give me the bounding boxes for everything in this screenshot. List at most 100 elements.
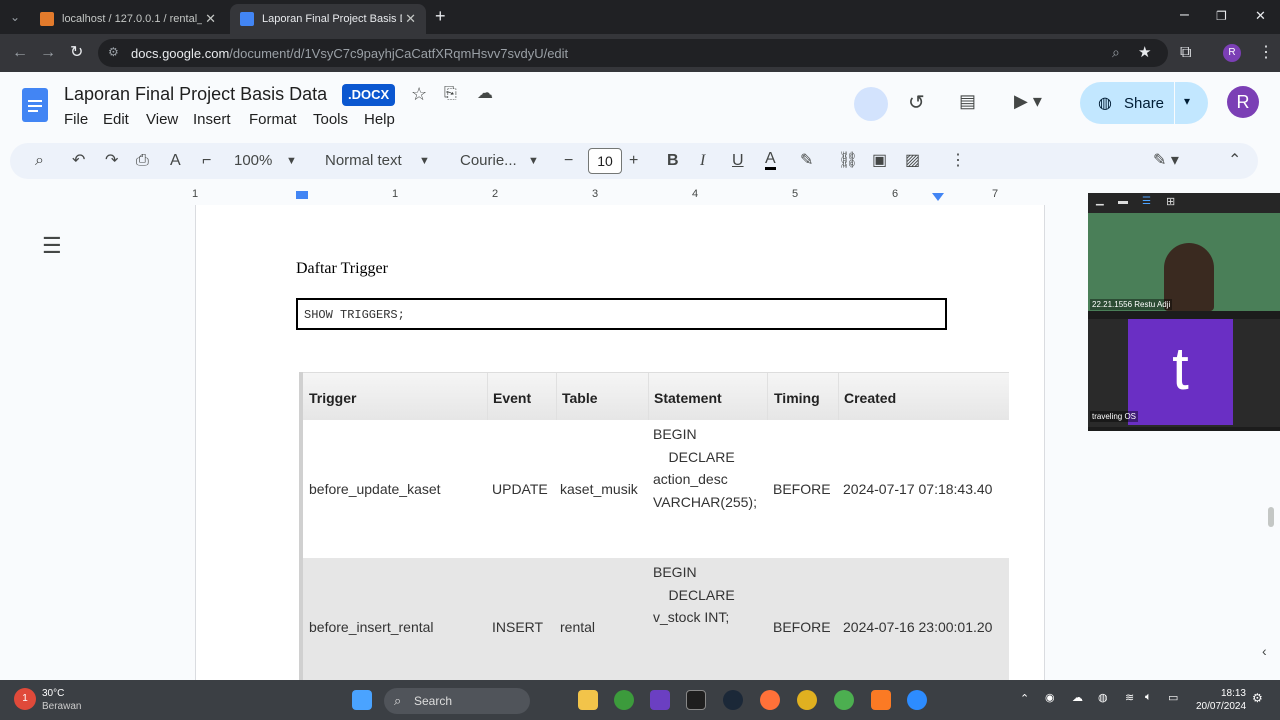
triggers-table-image[interactable]: Trigger Event Table Statement Timing Cre… bbox=[299, 372, 1009, 680]
document-page[interactable]: Daftar Trigger SHOW TRIGGERS; Trigger Ev… bbox=[195, 205, 1045, 680]
hide-menus-icon[interactable]: ⌃ bbox=[1228, 151, 1241, 171]
italic-icon[interactable]: I bbox=[700, 151, 705, 171]
xampp-icon[interactable] bbox=[871, 690, 891, 710]
new-tab-icon[interactable]: + bbox=[435, 7, 446, 25]
close-tab-icon[interactable]: ✕ bbox=[205, 11, 216, 27]
search-menus-icon[interactable]: ⌕ bbox=[35, 151, 44, 171]
docs-logo-icon[interactable] bbox=[22, 88, 48, 122]
chrome-icon[interactable] bbox=[797, 690, 817, 710]
battery-icon[interactable]: ▭ bbox=[1168, 691, 1178, 704]
account-avatar[interactable]: R bbox=[1227, 86, 1259, 118]
app-icon[interactable] bbox=[650, 690, 670, 710]
present-mode-icon[interactable] bbox=[854, 87, 888, 121]
more-options-icon[interactable]: ⋮ bbox=[950, 151, 966, 171]
bookmark-star-icon[interactable]: ★ bbox=[1138, 43, 1151, 61]
zoom-icon[interactable] bbox=[907, 690, 927, 710]
menu-insert[interactable]: Insert bbox=[193, 111, 231, 128]
document-outline-icon[interactable]: ☰ bbox=[42, 233, 62, 259]
menu-help[interactable]: Help bbox=[364, 111, 395, 128]
right-indent-marker[interactable] bbox=[932, 193, 944, 201]
font-size-input[interactable]: 10 bbox=[588, 148, 622, 174]
increase-font-size-icon[interactable]: + bbox=[629, 151, 638, 171]
close-tab-icon[interactable]: ✕ bbox=[405, 11, 416, 27]
move-folder-icon[interactable]: ⎘ bbox=[444, 85, 457, 103]
insert-image-icon[interactable]: ▨ bbox=[905, 151, 920, 171]
speaker-view-icon[interactable]: ☰ bbox=[1142, 196, 1151, 207]
star-icon[interactable]: ☆ bbox=[411, 84, 427, 105]
tab-phpmyadmin[interactable]: localhost / 127.0.0.1 / rental_ka ✕ bbox=[30, 4, 226, 34]
chrome-profile-icon[interactable] bbox=[834, 690, 854, 710]
side-panel-toggle-icon[interactable]: ‹ bbox=[1262, 643, 1267, 659]
taskbar-search[interactable]: ⌕ Search bbox=[384, 688, 530, 714]
menu-view[interactable]: View bbox=[146, 111, 178, 128]
left-indent-marker[interactable] bbox=[296, 191, 308, 199]
highlight-icon[interactable]: ✎ bbox=[800, 151, 813, 171]
print-icon[interactable]: ⎙ bbox=[136, 151, 149, 171]
extensions-icon[interactable]: ⧉ bbox=[1180, 44, 1191, 62]
spellcheck-icon[interactable]: A bbox=[170, 151, 181, 171]
insert-link-icon[interactable]: ⛓ bbox=[838, 151, 858, 171]
menu-tools[interactable]: Tools bbox=[313, 111, 348, 128]
windows-start-icon[interactable] bbox=[352, 690, 372, 710]
vertical-scrollbar-thumb[interactable] bbox=[1268, 507, 1274, 527]
font-dropdown-icon[interactable]: ▼ bbox=[528, 151, 539, 171]
onedrive-icon[interactable]: ☁ bbox=[1072, 691, 1083, 704]
menu-format[interactable]: Format bbox=[249, 111, 297, 128]
meet-icon[interactable]: ▶ ▾ bbox=[1014, 91, 1042, 112]
style-dropdown-icon[interactable]: ▼ bbox=[419, 151, 430, 171]
video-call-overlay[interactable]: ▁ ▬ ☰ ⊞ 22.21.1556 Restu Adji t travelin… bbox=[1088, 193, 1280, 431]
wifi-icon[interactable]: ≋ bbox=[1125, 691, 1134, 704]
close-window-icon[interactable]: ✕ bbox=[1255, 7, 1266, 25]
font-select[interactable]: Courie... bbox=[460, 152, 517, 169]
text-color-icon[interactable]: A bbox=[765, 151, 776, 170]
undo-icon[interactable]: ↶ bbox=[72, 151, 85, 171]
weather-widget[interactable]: 30°C Berawan bbox=[42, 687, 81, 713]
notifications-icon[interactable]: ⚙ bbox=[1252, 691, 1263, 705]
restore-icon[interactable]: ❐ bbox=[1216, 7, 1227, 25]
back-icon[interactable]: ← bbox=[12, 44, 28, 62]
browser-menu-icon[interactable]: ⋮ bbox=[1258, 44, 1274, 62]
reload-icon[interactable]: ↻ bbox=[70, 44, 83, 62]
cloud-status-icon[interactable]: ☁ bbox=[477, 83, 493, 103]
decrease-font-size-icon[interactable]: − bbox=[564, 151, 573, 171]
xbox-icon[interactable] bbox=[614, 690, 634, 710]
tab-google-docs[interactable]: Laporan Final Project Basis Data ✕ bbox=[230, 4, 426, 34]
document-title[interactable]: Laporan Final Project Basis Data bbox=[64, 84, 327, 105]
tray-icon[interactable]: ◍ bbox=[1098, 691, 1108, 704]
firefox-icon[interactable] bbox=[760, 690, 780, 710]
minimize-video-icon[interactable]: ▁ bbox=[1096, 195, 1104, 206]
redo-icon[interactable]: ↷ bbox=[105, 151, 118, 171]
site-info-icon[interactable]: ⚙ bbox=[108, 45, 119, 59]
zoom-icon[interactable]: ⌕ bbox=[1112, 44, 1120, 61]
gallery-view-icon[interactable]: ⊞ bbox=[1166, 195, 1175, 208]
menu-file[interactable]: File bbox=[64, 111, 88, 128]
profile-avatar[interactable]: R bbox=[1223, 44, 1241, 62]
ruler[interactable]: 1 1 2 3 4 5 6 7 bbox=[192, 188, 1045, 204]
comments-icon[interactable]: ▤ bbox=[959, 91, 976, 112]
system-clock[interactable]: 18:13 20/07/2024 bbox=[1196, 687, 1246, 713]
underline-icon[interactable]: U bbox=[732, 151, 744, 171]
steam-icon[interactable] bbox=[723, 690, 743, 710]
view-icon[interactable]: ▬ bbox=[1118, 196, 1128, 207]
zoom-dropdown-icon[interactable]: ▼ bbox=[286, 151, 297, 171]
url-input[interactable]: ⚙ docs.google.com/document/d/1VsyC7c9pay… bbox=[98, 39, 1168, 67]
bold-icon[interactable]: B bbox=[667, 151, 679, 171]
forward-icon[interactable]: → bbox=[40, 44, 56, 62]
zoom-select[interactable]: 100% bbox=[234, 152, 272, 169]
share-button[interactable]: ◍ Share ▾ bbox=[1080, 82, 1208, 124]
menu-edit[interactable]: Edit bbox=[103, 111, 129, 128]
editing-mode-icon[interactable]: ✎ ▾ bbox=[1153, 151, 1179, 171]
file-explorer-icon[interactable] bbox=[578, 690, 598, 710]
code-block[interactable]: SHOW TRIGGERS; bbox=[296, 298, 947, 330]
tab-search-icon[interactable]: ⌄ bbox=[10, 8, 20, 26]
add-comment-icon[interactable]: ▣ bbox=[872, 151, 887, 171]
weather-icon[interactable]: 1 bbox=[14, 688, 36, 710]
style-select[interactable]: Normal text bbox=[325, 152, 402, 169]
tray-icon[interactable]: ◉ bbox=[1045, 691, 1055, 704]
minimize-icon[interactable]: – bbox=[1180, 6, 1189, 24]
tray-chevron-icon[interactable]: ⌃ bbox=[1020, 692, 1029, 705]
history-icon[interactable]: ↺ bbox=[908, 90, 925, 115]
paint-format-icon[interactable]: ⌐ bbox=[202, 151, 211, 171]
volume-icon[interactable]: 🔈︎ bbox=[1145, 691, 1152, 704]
share-dropdown-icon[interactable]: ▾ bbox=[1184, 94, 1190, 108]
